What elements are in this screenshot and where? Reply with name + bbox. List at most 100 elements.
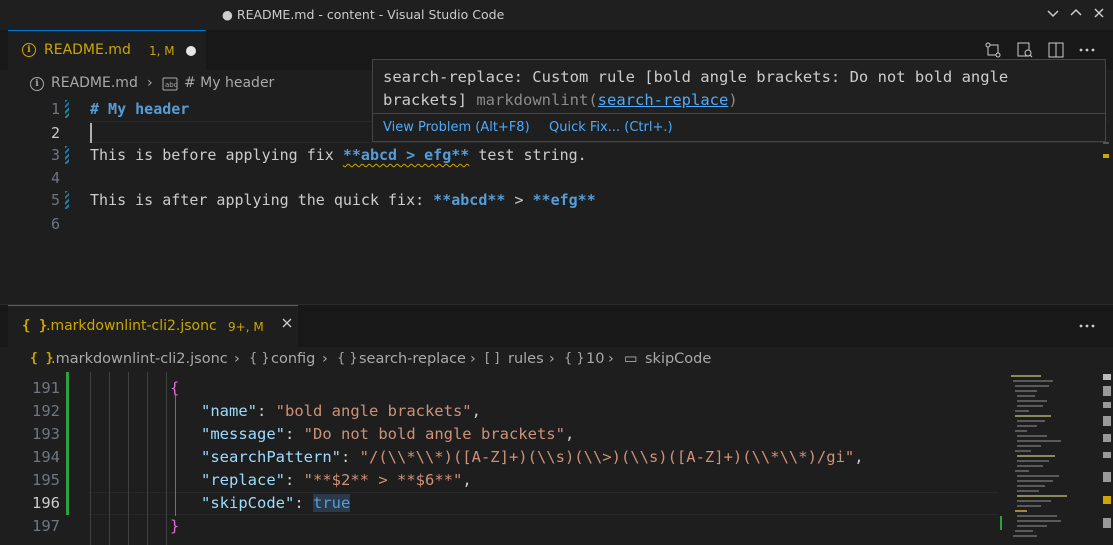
scroll-mark <box>1103 374 1111 380</box>
minimap-line <box>1011 375 1041 377</box>
scroll-mark <box>1103 452 1111 458</box>
breadcrumb-file[interactable]: README.md <box>51 75 138 91</box>
breadcrumb-file[interactable]: .markdownlint-cli2.jsonc <box>51 351 228 367</box>
minimap-line <box>1017 505 1041 507</box>
more-actions-icon[interactable] <box>1078 317 1096 335</box>
added-gutter <box>66 441 69 464</box>
line-number: 5 <box>50 191 60 209</box>
line-number: 196 <box>32 494 60 512</box>
minimap-change-mark <box>1000 516 1002 530</box>
minimap-line <box>1017 520 1061 522</box>
hover-source-end: ) <box>728 91 738 109</box>
close-icon[interactable] <box>280 316 294 334</box>
scroll-mark <box>1103 386 1111 396</box>
line-number: 3 <box>50 146 60 164</box>
unsaved-dot-icon[interactable] <box>186 46 196 56</box>
minimap-line <box>1015 385 1049 387</box>
line-number: 1 <box>50 100 60 118</box>
scroll-mark <box>1103 518 1111 528</box>
chevron-right-icon: › <box>549 351 555 367</box>
json-string: "Do not bold angle brackets" <box>303 425 565 443</box>
warning-ruler-mark <box>1103 154 1109 158</box>
modified-gutter <box>65 146 69 164</box>
minimap-line <box>1017 420 1045 422</box>
tab-readme[interactable]: i README.md 1, M <box>8 30 206 70</box>
minimap-line <box>1013 535 1037 537</box>
bold-text: **abcd** <box>433 191 506 209</box>
minimap-line <box>1017 485 1045 487</box>
problem-hover: search-replace: Custom rule [bold angle … <box>372 59 1106 142</box>
rule-link[interactable]: search-replace <box>598 91 729 109</box>
property-symbol-icon: ▭ <box>624 351 638 367</box>
minimap-line <box>1015 415 1051 417</box>
minimap-line <box>1015 470 1029 472</box>
object-symbol-icon: { } <box>564 351 585 366</box>
breadcrumb-search-replace[interactable]: search-replace <box>359 351 466 367</box>
indent-guide <box>109 372 110 545</box>
chevron-right-icon: › <box>147 75 153 91</box>
split-editor-icon[interactable] <box>1047 41 1065 59</box>
info-icon: i <box>30 77 44 91</box>
line-number: 6 <box>50 215 60 233</box>
minimap-line <box>1015 450 1031 452</box>
cursor-ruler-mark <box>1103 142 1109 144</box>
chevron-right-icon: › <box>608 351 614 367</box>
minimap-line <box>1017 445 1041 447</box>
minimap-line <box>1015 530 1033 532</box>
minimap-line <box>1015 510 1027 512</box>
info-icon: i <box>22 43 36 57</box>
close-icon[interactable] <box>1090 6 1108 24</box>
window-title: ● README.md - content - Visual Studio Co… <box>222 7 505 22</box>
more-actions-icon[interactable] <box>1078 41 1096 59</box>
chevron-down-icon[interactable] <box>1044 6 1062 24</box>
minimap-line <box>1017 465 1043 467</box>
open-changes-icon[interactable] <box>984 41 1002 59</box>
scroll-mark <box>1103 402 1111 408</box>
json-key: "searchPattern" <box>201 448 341 466</box>
warning-squiggle-text[interactable]: **abcd > efg** <box>343 146 469 164</box>
breadcrumb-config[interactable]: config <box>271 351 315 367</box>
indent-guide <box>166 372 167 545</box>
quick-fix-link[interactable]: Quick Fix... (Ctrl+.) <box>549 120 673 135</box>
view-problem-link[interactable]: View Problem (Alt+F8) <box>383 120 530 135</box>
tab-label: README.md <box>44 42 131 58</box>
bracket: { <box>170 379 180 397</box>
title-bar: ● README.md - content - Visual Studio Co… <box>0 0 1113 30</box>
scroll-mark <box>1103 472 1111 482</box>
minimap-line <box>1017 395 1035 397</box>
vertical-scrollbar[interactable] <box>1100 372 1113 545</box>
json-string: "/(\\*\\*)([A-Z]+)(\\s)(\\>)(\\s)([A-Z]+… <box>359 448 855 466</box>
markdown-heading: # My header <box>90 100 190 118</box>
minimap-line <box>1015 410 1029 412</box>
breadcrumb-rules[interactable]: rules <box>508 351 544 367</box>
chevron-right-icon: › <box>470 351 476 367</box>
breadcrumb: i README.md › abc # My header <box>0 72 370 96</box>
line-number: 4 <box>50 169 60 187</box>
breadcrumb: { } .markdownlint-cli2.jsonc › { } confi… <box>0 348 1113 372</box>
minimap-line <box>1017 460 1049 462</box>
line-number: 193 <box>32 425 60 443</box>
chevron-up-icon[interactable] <box>1067 6 1085 24</box>
array-symbol-icon: [ ] <box>485 351 500 366</box>
indent-guide <box>128 372 129 545</box>
breadcrumb-index[interactable]: 10 <box>586 351 604 367</box>
minimap-line <box>1017 495 1067 497</box>
line-text: test string. <box>469 146 587 164</box>
config-editor[interactable]: 191 { 192 "name": "bold angle brackets",… <box>0 372 1113 545</box>
open-preview-icon[interactable] <box>1016 41 1034 59</box>
breadcrumb-header[interactable]: # My header <box>184 75 274 91</box>
tab-markdownlint-config[interactable]: { } .markdownlint-cli2.jsonc 9+, M <box>8 305 298 347</box>
added-gutter <box>66 395 69 418</box>
code-line: { <box>170 377 179 400</box>
tab-badge: 1, M <box>149 44 175 58</box>
tab-badge: 9+, M <box>228 320 264 334</box>
breadcrumb-skipcode[interactable]: skipCode <box>645 351 711 367</box>
json-boolean: true <box>313 494 351 512</box>
tab-label: .markdownlint-cli2.jsonc <box>46 318 217 334</box>
added-gutter <box>66 372 69 395</box>
minimap-line <box>1017 500 1051 502</box>
chevron-right-icon: › <box>234 351 240 367</box>
minimap[interactable] <box>1000 372 1101 545</box>
added-gutter <box>66 487 69 515</box>
minimap-line <box>1013 380 1053 382</box>
